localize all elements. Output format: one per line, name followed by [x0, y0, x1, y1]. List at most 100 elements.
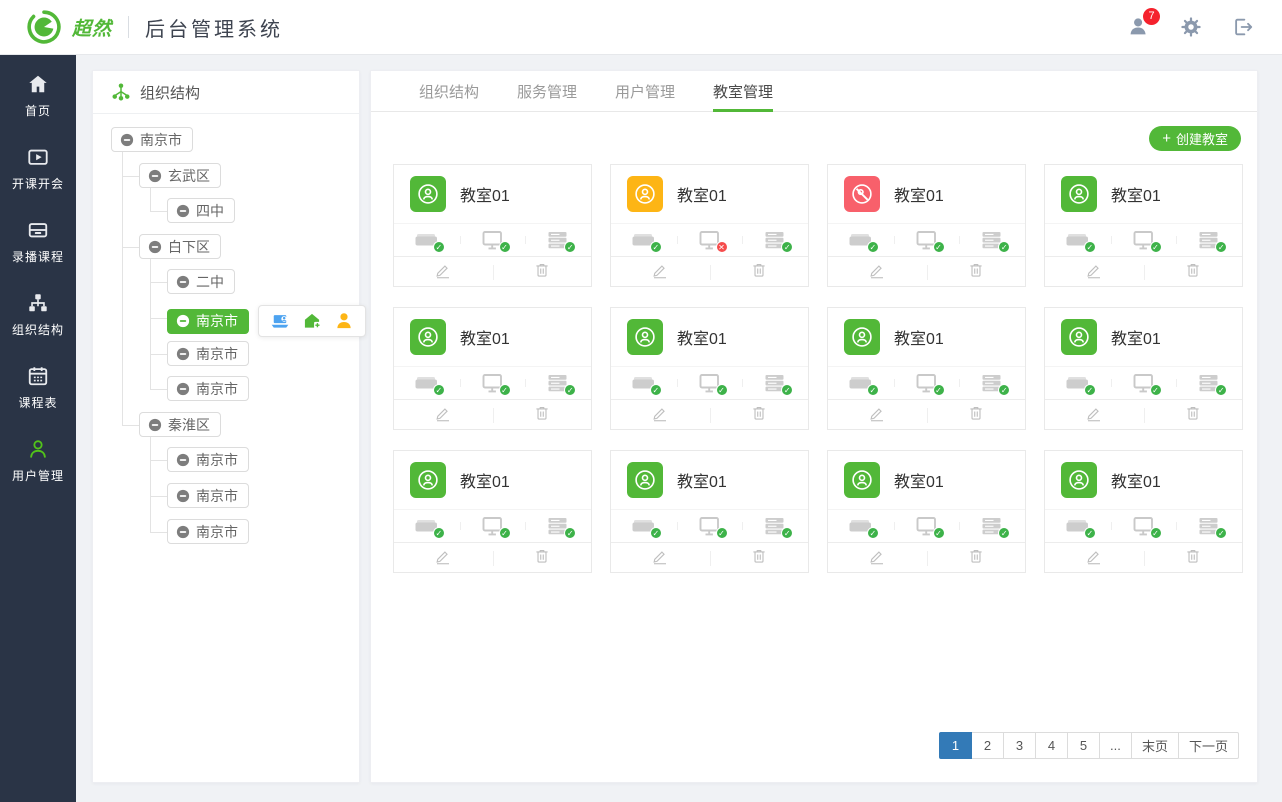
trash-icon — [750, 547, 768, 570]
tree-node[interactable]: 秦淮区 — [139, 412, 221, 437]
create-classroom-label: 创建教室 — [1176, 129, 1228, 148]
tree-node[interactable]: 玄武区 — [139, 163, 221, 188]
sidebar-item-recorded-course[interactable]: 录播课程 — [0, 205, 76, 278]
edit-classroom-button[interactable] — [611, 543, 710, 574]
page-button-1[interactable]: 2 — [971, 732, 1004, 759]
collapse-minus-icon[interactable] — [176, 489, 190, 503]
tree-node[interactable]: 南京市 — [167, 309, 249, 334]
page-button-7[interactable]: 下一页 — [1178, 732, 1239, 759]
delete-classroom-button[interactable] — [710, 543, 809, 574]
classroom-card: 教室01 ✓ ✓ ✓ — [827, 450, 1026, 573]
collapse-minus-icon[interactable] — [176, 382, 190, 396]
collapse-minus-icon[interactable] — [176, 453, 190, 467]
create-classroom-button[interactable]: + 创建教室 — [1149, 126, 1241, 151]
tree-node[interactable]: 二中 — [167, 269, 235, 294]
sidebar-item-home[interactable]: 首页 — [0, 55, 76, 132]
device-status-online: ✓ — [1045, 229, 1111, 251]
delete-classroom-button[interactable] — [493, 257, 592, 288]
device-status-online: ✓ — [394, 515, 460, 537]
sidebar-item-user-management[interactable]: 用户管理 — [0, 424, 76, 497]
tab-3[interactable]: 教室管理 — [713, 71, 773, 111]
edit-classroom-button[interactable] — [1045, 543, 1144, 574]
add-user-icon[interactable] — [334, 311, 354, 331]
tree-node[interactable]: 四中 — [167, 198, 235, 223]
page-button-5[interactable]: ... — [1099, 732, 1132, 759]
page-button-0[interactable]: 1 — [939, 732, 972, 759]
edit-classroom-button[interactable] — [828, 543, 927, 574]
edit-classroom-button[interactable] — [611, 400, 710, 431]
edit-classroom-button[interactable] — [828, 400, 927, 431]
collapse-minus-icon[interactable] — [148, 418, 162, 432]
classroom-card-header: 教室01 — [611, 308, 808, 367]
device-status-online: ✓ — [611, 229, 677, 251]
delete-classroom-button[interactable] — [710, 257, 809, 288]
classroom-camera-icon — [844, 462, 880, 498]
org-structure-icon — [27, 292, 49, 314]
edit-classroom-button[interactable] — [611, 257, 710, 288]
tab-2[interactable]: 用户管理 — [615, 71, 675, 111]
page-button-3[interactable]: 4 — [1035, 732, 1068, 759]
delete-classroom-button[interactable] — [1144, 257, 1243, 288]
collapse-minus-icon[interactable] — [176, 525, 190, 539]
device-status-online: ✓ — [460, 372, 526, 394]
user-notifications-icon[interactable]: 7 — [1126, 14, 1152, 40]
edit-classroom-button[interactable] — [394, 257, 493, 288]
tree-connector — [150, 496, 167, 497]
delete-classroom-button[interactable] — [493, 400, 592, 431]
delete-classroom-button[interactable] — [927, 543, 1026, 574]
device-status-online: ✓ — [677, 515, 743, 537]
monitor-device-icon: ✓ — [480, 372, 506, 394]
collapse-minus-icon[interactable] — [176, 204, 190, 218]
settings-icon[interactable] — [1178, 14, 1204, 40]
sidebar-item-timetable[interactable]: 课程表 — [0, 351, 76, 424]
classroom-status-row: ✓ ✓ ✓ — [611, 367, 808, 399]
server-device-icon: ✓ — [979, 229, 1005, 251]
delete-classroom-button[interactable] — [927, 257, 1026, 288]
sidebar-item-live-class[interactable]: 开课开会 — [0, 132, 76, 205]
add-organization-icon[interactable] — [302, 311, 322, 331]
edit-classroom-button[interactable] — [828, 257, 927, 288]
tab-1[interactable]: 服务管理 — [517, 71, 577, 111]
delete-classroom-button[interactable] — [493, 543, 592, 574]
tree-node[interactable]: 南京市 — [167, 447, 249, 472]
page-button-2[interactable]: 3 — [1003, 732, 1036, 759]
delete-classroom-button[interactable] — [1144, 400, 1243, 431]
tree-row: 秦淮区 — [139, 412, 221, 437]
recorder-device-icon: ✓ — [848, 372, 874, 394]
edit-classroom-button[interactable] — [1045, 400, 1144, 431]
delete-classroom-button[interactable] — [927, 400, 1026, 431]
tree-node[interactable]: 南京市 — [167, 376, 249, 401]
edit-classroom-button[interactable] — [1045, 257, 1144, 288]
delete-classroom-button[interactable] — [1144, 543, 1243, 574]
logout-icon[interactable] — [1230, 14, 1256, 40]
classroom-card-footer — [394, 399, 591, 431]
collapse-minus-icon[interactable] — [120, 133, 134, 147]
collapse-minus-icon[interactable] — [148, 240, 162, 254]
recorder-device-icon: ✓ — [631, 515, 657, 537]
tree-node[interactable]: 南京市 — [111, 127, 193, 152]
check-badge-icon: ✓ — [933, 241, 945, 253]
server-device-icon: ✓ — [545, 372, 571, 394]
tree-node[interactable]: 南京市 — [167, 483, 249, 508]
server-device-icon: ✓ — [1196, 372, 1222, 394]
delete-classroom-button[interactable] — [710, 400, 809, 431]
brand: 超然 后台管理系统 — [26, 9, 283, 45]
tree-node[interactable]: 白下区 — [139, 234, 221, 259]
page-button-6[interactable]: 末页 — [1131, 732, 1179, 759]
collapse-minus-icon[interactable] — [176, 275, 190, 289]
tab-0[interactable]: 组织结构 — [419, 71, 479, 111]
collapse-minus-icon[interactable] — [176, 347, 190, 361]
assign-device-icon[interactable] — [270, 311, 290, 331]
tree-node[interactable]: 南京市 — [167, 519, 249, 544]
sidebar-item-org-structure[interactable]: 组织结构 — [0, 278, 76, 351]
device-status-online: ✓ — [894, 372, 960, 394]
classroom-name: 教室01 — [894, 325, 944, 349]
page-button-4[interactable]: 5 — [1067, 732, 1100, 759]
classroom-name: 教室01 — [677, 468, 727, 492]
edit-classroom-button[interactable] — [394, 543, 493, 574]
edit-pencil-icon — [868, 547, 886, 570]
tree-node[interactable]: 南京市 — [167, 341, 249, 366]
collapse-minus-icon[interactable] — [148, 169, 162, 183]
edit-classroom-button[interactable] — [394, 400, 493, 431]
collapse-minus-icon[interactable] — [176, 314, 190, 328]
